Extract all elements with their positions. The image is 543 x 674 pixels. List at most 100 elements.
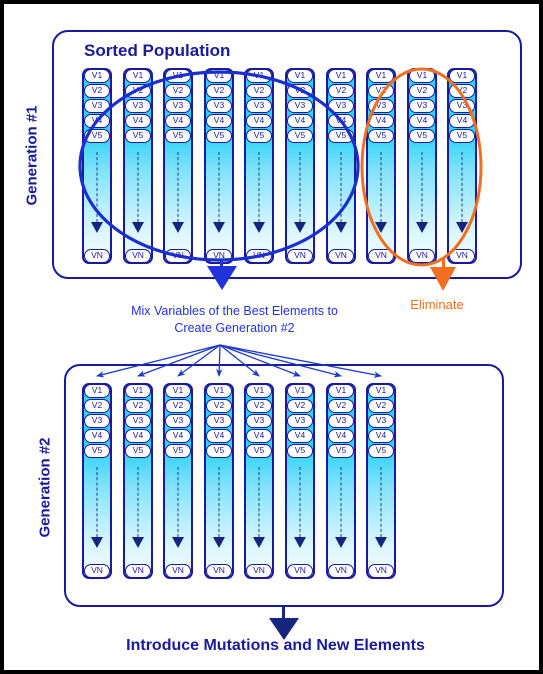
variable-pill-vn[interactable]: VN: [328, 249, 354, 262]
variable-pill-v2[interactable]: V2: [328, 84, 354, 98]
variable-pill-v2[interactable]: V2: [84, 84, 110, 98]
variable-pill-v3[interactable]: V3: [287, 414, 313, 428]
generation-1-column[interactable]: V1 V2 V3 V4 V5 VN: [285, 68, 315, 264]
variable-pill-v5[interactable]: V5: [165, 129, 191, 143]
variable-pill-vn[interactable]: VN: [328, 564, 354, 577]
variable-pill-v4[interactable]: V4: [328, 114, 354, 128]
variable-pill-v3[interactable]: V3: [165, 99, 191, 113]
variable-pill-vn[interactable]: VN: [287, 249, 313, 262]
variable-pill-v4[interactable]: V4: [165, 429, 191, 443]
variable-pill-v4[interactable]: V4: [287, 114, 313, 128]
variable-pill-v3[interactable]: V3: [165, 414, 191, 428]
generation-2-column[interactable]: V1 V2 V3 V4 V5 VN: [82, 383, 112, 579]
variable-pill-v1[interactable]: V1: [246, 70, 272, 83]
variable-pill-v2[interactable]: V2: [328, 399, 354, 413]
variable-pill-v4[interactable]: V4: [206, 114, 232, 128]
variable-pill-vn[interactable]: VN: [368, 249, 394, 262]
generation-1-column[interactable]: V1 V2 V3 V4 V5 VN: [447, 68, 477, 264]
variable-pill-v4[interactable]: V4: [246, 114, 272, 128]
variable-pill-v5[interactable]: V5: [246, 444, 272, 458]
generation-1-column[interactable]: V1 V2 V3 V4 V5 VN: [366, 68, 396, 264]
variable-pill-v3[interactable]: V3: [125, 414, 151, 428]
generation-1-column[interactable]: V1 V2 V3 V4 V5 VN: [326, 68, 356, 264]
variable-pill-v3[interactable]: V3: [206, 414, 232, 428]
variable-pill-v2[interactable]: V2: [287, 84, 313, 98]
variable-pill-v2[interactable]: V2: [84, 399, 110, 413]
generation-2-column[interactable]: V1 V2 V3 V4 V5 VN: [244, 383, 274, 579]
variable-pill-v1[interactable]: V1: [84, 385, 110, 398]
variable-pill-v1[interactable]: V1: [206, 385, 232, 398]
variable-pill-v1[interactable]: V1: [246, 385, 272, 398]
variable-pill-vn[interactable]: VN: [368, 564, 394, 577]
variable-pill-v1[interactable]: V1: [409, 70, 435, 83]
generation-1-column[interactable]: V1 V2 V3 V4 V5 VN: [82, 68, 112, 264]
variable-pill-vn[interactable]: VN: [206, 564, 232, 577]
variable-pill-v5[interactable]: V5: [449, 129, 475, 143]
variable-pill-v4[interactable]: V4: [246, 429, 272, 443]
variable-pill-v3[interactable]: V3: [246, 414, 272, 428]
variable-pill-vn[interactable]: VN: [165, 249, 191, 262]
variable-pill-v5[interactable]: V5: [287, 444, 313, 458]
variable-pill-v5[interactable]: V5: [328, 444, 354, 458]
variable-pill-v4[interactable]: V4: [287, 429, 313, 443]
variable-pill-vn[interactable]: VN: [246, 564, 272, 577]
variable-pill-v1[interactable]: V1: [84, 70, 110, 83]
variable-pill-v4[interactable]: V4: [125, 429, 151, 443]
variable-pill-v3[interactable]: V3: [84, 414, 110, 428]
variable-pill-v2[interactable]: V2: [125, 399, 151, 413]
variable-pill-v2[interactable]: V2: [368, 399, 394, 413]
variable-pill-v2[interactable]: V2: [206, 399, 232, 413]
variable-pill-vn[interactable]: VN: [84, 564, 110, 577]
variable-pill-v5[interactable]: V5: [409, 129, 435, 143]
variable-pill-v2[interactable]: V2: [449, 84, 475, 98]
variable-pill-vn[interactable]: VN: [449, 249, 475, 262]
variable-pill-v1[interactable]: V1: [328, 385, 354, 398]
variable-pill-v3[interactable]: V3: [206, 99, 232, 113]
generation-2-column[interactable]: V1 V2 V3 V4 V5 VN: [366, 383, 396, 579]
variable-pill-v4[interactable]: V4: [206, 429, 232, 443]
variable-pill-v2[interactable]: V2: [246, 399, 272, 413]
variable-pill-v4[interactable]: V4: [449, 114, 475, 128]
variable-pill-v2[interactable]: V2: [165, 84, 191, 98]
variable-pill-v3[interactable]: V3: [246, 99, 272, 113]
generation-2-column[interactable]: V1 V2 V3 V4 V5 VN: [326, 383, 356, 579]
variable-pill-v4[interactable]: V4: [84, 114, 110, 128]
variable-pill-v3[interactable]: V3: [328, 414, 354, 428]
variable-pill-v1[interactable]: V1: [125, 385, 151, 398]
variable-pill-v5[interactable]: V5: [368, 444, 394, 458]
variable-pill-v3[interactable]: V3: [409, 99, 435, 113]
variable-pill-v2[interactable]: V2: [368, 84, 394, 98]
variable-pill-v2[interactable]: V2: [409, 84, 435, 98]
variable-pill-v5[interactable]: V5: [84, 444, 110, 458]
variable-pill-vn[interactable]: VN: [125, 249, 151, 262]
variable-pill-v1[interactable]: V1: [368, 70, 394, 83]
variable-pill-v3[interactable]: V3: [287, 99, 313, 113]
variable-pill-v5[interactable]: V5: [206, 444, 232, 458]
variable-pill-v5[interactable]: V5: [84, 129, 110, 143]
variable-pill-vn[interactable]: VN: [206, 249, 232, 262]
variable-pill-v4[interactable]: V4: [165, 114, 191, 128]
variable-pill-v2[interactable]: V2: [287, 399, 313, 413]
variable-pill-vn[interactable]: VN: [287, 564, 313, 577]
variable-pill-v1[interactable]: V1: [165, 70, 191, 83]
variable-pill-v5[interactable]: V5: [287, 129, 313, 143]
variable-pill-v2[interactable]: V2: [246, 84, 272, 98]
variable-pill-v4[interactable]: V4: [368, 114, 394, 128]
variable-pill-v3[interactable]: V3: [368, 99, 394, 113]
variable-pill-v2[interactable]: V2: [125, 84, 151, 98]
variable-pill-v1[interactable]: V1: [328, 70, 354, 83]
generation-2-column[interactable]: V1 V2 V3 V4 V5 VN: [285, 383, 315, 579]
variable-pill-vn[interactable]: VN: [246, 249, 272, 262]
variable-pill-vn[interactable]: VN: [125, 564, 151, 577]
variable-pill-v5[interactable]: V5: [206, 129, 232, 143]
variable-pill-vn[interactable]: VN: [84, 249, 110, 262]
variable-pill-v3[interactable]: V3: [84, 99, 110, 113]
variable-pill-v1[interactable]: V1: [206, 70, 232, 83]
variable-pill-v4[interactable]: V4: [328, 429, 354, 443]
variable-pill-v3[interactable]: V3: [328, 99, 354, 113]
variable-pill-v5[interactable]: V5: [165, 444, 191, 458]
variable-pill-v3[interactable]: V3: [125, 99, 151, 113]
variable-pill-v5[interactable]: V5: [125, 129, 151, 143]
variable-pill-v4[interactable]: V4: [368, 429, 394, 443]
generation-1-column[interactable]: V1 V2 V3 V4 V5 VN: [204, 68, 234, 264]
